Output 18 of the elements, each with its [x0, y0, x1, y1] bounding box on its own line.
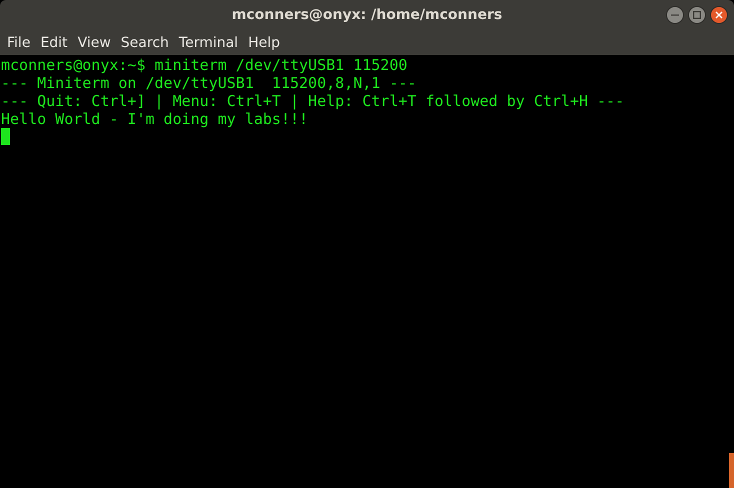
menu-item[interactable]: File: [2, 34, 36, 50]
window-title: mconners@onyx: /home/mconners: [232, 7, 502, 23]
terminal-line: Hello World - I'm doing my labs!!!: [0, 110, 310, 128]
terminal-line: --- Miniterm on /dev/ttyUSB1 115200,8,N,1 ---: [0, 74, 418, 92]
close-button[interactable]: [710, 6, 728, 24]
maximize-button[interactable]: [688, 6, 706, 24]
terminal-line: mconners@onyx:~$ miniterm /dev/ttyUSB1 115200: [0, 56, 408, 74]
menu-item[interactable]: Edit: [35, 34, 73, 50]
scrollbar-indicator[interactable]: [729, 453, 734, 488]
text-cursor: [1, 128, 10, 145]
maximize-icon: [693, 11, 701, 19]
minimize-button[interactable]: [666, 6, 684, 24]
menu-item[interactable]: View: [72, 34, 116, 50]
close-icon: [715, 11, 723, 19]
menu-item[interactable]: Search: [116, 34, 174, 50]
terminal-line: --- Quit: Ctrl+] | Menu: Ctrl+T | Help: Ctrl+T followed by Ctrl+H ---: [0, 92, 626, 110]
menu-item[interactable]: Help: [243, 34, 285, 50]
menu-item[interactable]: Terminal: [174, 34, 244, 50]
